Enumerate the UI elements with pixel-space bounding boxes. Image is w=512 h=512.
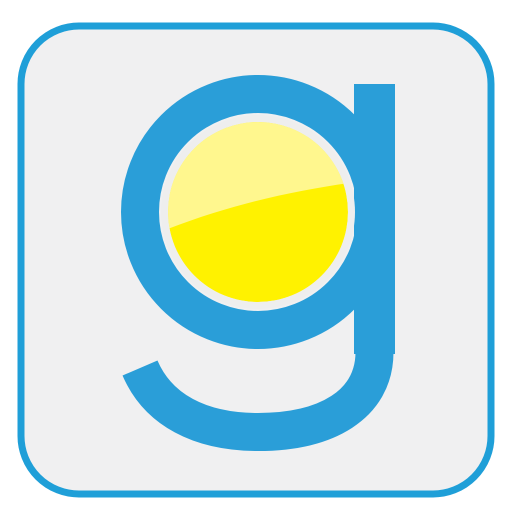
icon-canvas: g-letter-sun-app-icon: [0, 0, 512, 512]
app-icon[interactable]: [0, 0, 512, 512]
g-letter-stem: [354, 84, 395, 354]
